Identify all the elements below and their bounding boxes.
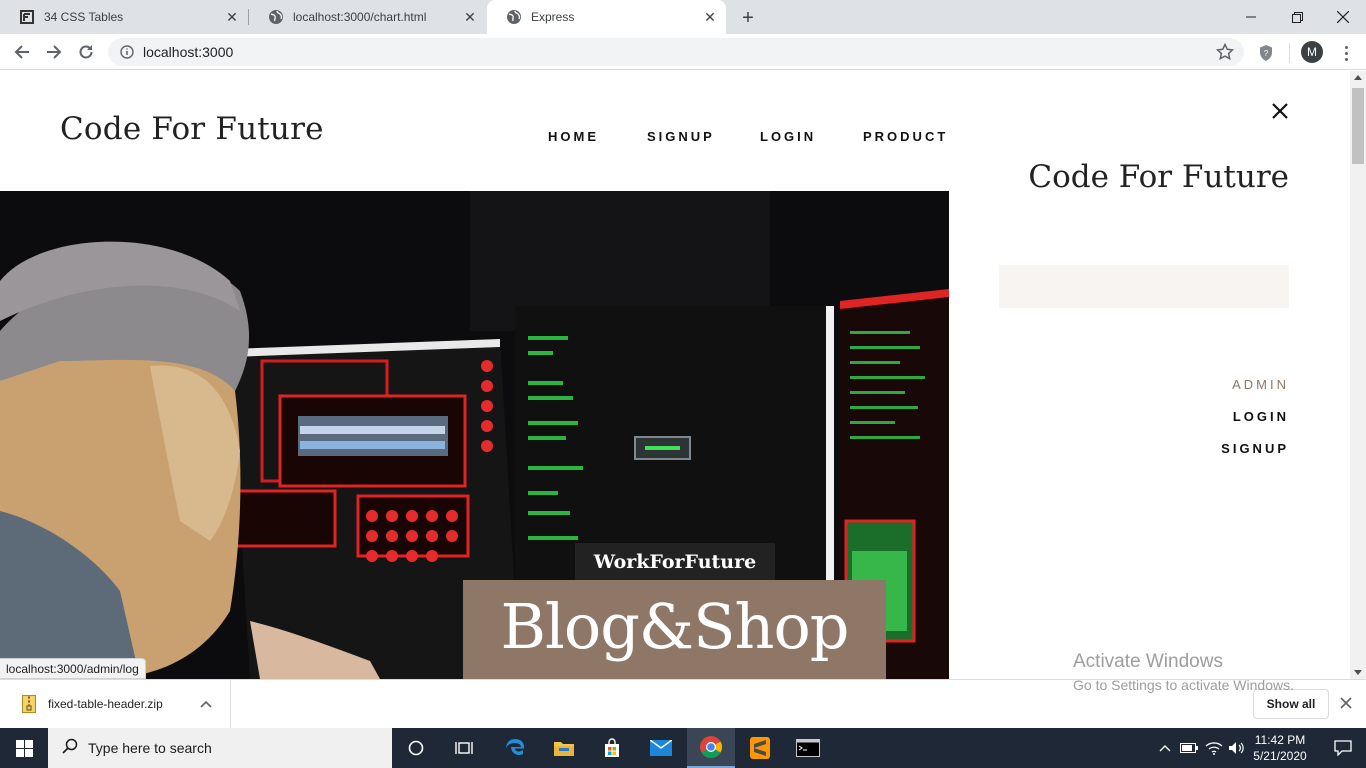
scroll-down-arrow-icon[interactable] [1354, 670, 1362, 675]
tab-label: localhost:3000/chart.html [293, 10, 427, 24]
info-icon[interactable] [119, 44, 135, 60]
nav-signup[interactable]: SIGNUP [647, 129, 715, 144]
sidebar-logo[interactable]: Code For Future [1028, 159, 1289, 195]
minimize-icon[interactable] [1228, 0, 1274, 34]
show-all-button[interactable]: Show all [1253, 689, 1329, 719]
nav-product[interactable]: PRODUCT [863, 129, 948, 144]
edge-icon[interactable] [491, 728, 539, 768]
task-view-icon[interactable] [440, 728, 488, 768]
cortana-icon[interactable] [392, 728, 440, 768]
clock-date: 5/21/2020 [1253, 749, 1307, 763]
extension-shield-icon[interactable]: ? [1255, 42, 1277, 64]
wifi-icon[interactable] [1203, 728, 1225, 768]
system-clock[interactable]: 11:42 PM 5/21/2020 [1246, 730, 1314, 766]
url-text: localhost:3000 [143, 44, 234, 60]
windows-start-icon[interactable] [0, 728, 48, 768]
profile-avatar[interactable]: M [1301, 41, 1323, 63]
window-close-icon[interactable] [1320, 0, 1366, 34]
windows-taskbar: Type here to search 11:42 PM 5/21/2020 [0, 728, 1366, 768]
download-filename: fixed-table-header.zip [48, 697, 163, 711]
reload-icon[interactable] [72, 38, 100, 66]
taskbar-search-placeholder: Type here to search [88, 740, 212, 756]
terminal-icon[interactable] [784, 728, 832, 768]
tab-label: 34 CSS Tables [44, 10, 124, 24]
taskbar-search-box[interactable]: Type here to search [48, 728, 392, 768]
volume-icon[interactable] [1226, 728, 1248, 768]
tab-chart[interactable]: localhost:3000/chart.html ✕ [249, 0, 486, 34]
globe-icon [506, 9, 522, 25]
new-tab-plus-icon[interactable]: + [737, 7, 759, 29]
globe-icon [268, 9, 284, 25]
sidebar-link-signup[interactable]: SIGNUP [1221, 441, 1289, 456]
browser-toolbar: localhost:3000 [0, 34, 1366, 70]
download-item[interactable]: fixed-table-header.zip [0, 680, 231, 728]
page-scrollbar[interactable] [1350, 71, 1366, 679]
store-icon[interactable] [588, 728, 636, 768]
close-icon[interactable] [1270, 101, 1290, 121]
hero-title: Blog&Shop [463, 580, 886, 679]
toolbar-divider [1289, 43, 1290, 63]
sidebar-search-input[interactable] [999, 265, 1289, 308]
close-icon[interactable]: ✕ [224, 9, 240, 25]
clock-time: 11:42 PM [1254, 733, 1306, 747]
chevron-up-icon[interactable] [1155, 728, 1175, 768]
bookmark-star-icon[interactable] [1215, 42, 1235, 66]
site-logo[interactable]: Code For Future [60, 111, 324, 147]
scroll-up-arrow-icon[interactable] [1354, 75, 1362, 80]
tab-css-tables[interactable]: 34 CSS Tables ✕ [0, 0, 248, 34]
tab-strip: 34 CSS Tables ✕ localhost:3000/chart.htm… [0, 0, 1366, 34]
sublime-text-icon[interactable] [736, 728, 784, 768]
zip-file-icon [22, 695, 36, 713]
battery-icon[interactable] [1178, 728, 1200, 768]
close-icon[interactable]: ✕ [462, 9, 478, 25]
nav-login[interactable]: LOGIN [760, 129, 816, 144]
hero-tagline: WorkForFuture [575, 543, 775, 581]
chevron-up-icon[interactable] [200, 695, 212, 713]
f-logo-icon [19, 9, 35, 25]
back-arrow-icon[interactable] [8, 38, 36, 66]
activation-watermark-title: Activate Windows [1073, 651, 1223, 672]
svg-text:?: ? [1264, 49, 1269, 58]
sidebar-link-login[interactable]: LOGIN [1233, 409, 1289, 424]
tab-label: Express [531, 10, 575, 24]
sidebar-link-admin[interactable]: ADMIN [1232, 377, 1289, 392]
notification-icon[interactable] [1320, 728, 1366, 768]
tab-express[interactable]: Express ✕ [487, 0, 726, 34]
close-icon[interactable] [1339, 696, 1355, 712]
forward-arrow-icon[interactable] [40, 38, 68, 66]
chrome-icon[interactable] [687, 728, 735, 768]
mail-icon[interactable] [637, 728, 685, 768]
close-icon[interactable]: ✕ [702, 9, 718, 25]
activation-watermark-subtitle: Go to Settings to activate Windows. [1073, 677, 1294, 693]
address-bar[interactable]: localhost:3000 [108, 38, 1244, 66]
kebab-menu-icon[interactable] [1336, 42, 1356, 64]
nav-home[interactable]: HOME [548, 129, 599, 144]
page-viewport: Code For Future HOME SIGNUP LOGIN PRODUC… [0, 71, 1350, 679]
status-bar-url: localhost:3000/admin/log [0, 658, 146, 679]
scrollbar-thumb[interactable] [1352, 88, 1364, 164]
restore-icon[interactable] [1274, 0, 1320, 34]
file-explorer-icon[interactable] [540, 728, 588, 768]
search-icon [62, 738, 78, 759]
